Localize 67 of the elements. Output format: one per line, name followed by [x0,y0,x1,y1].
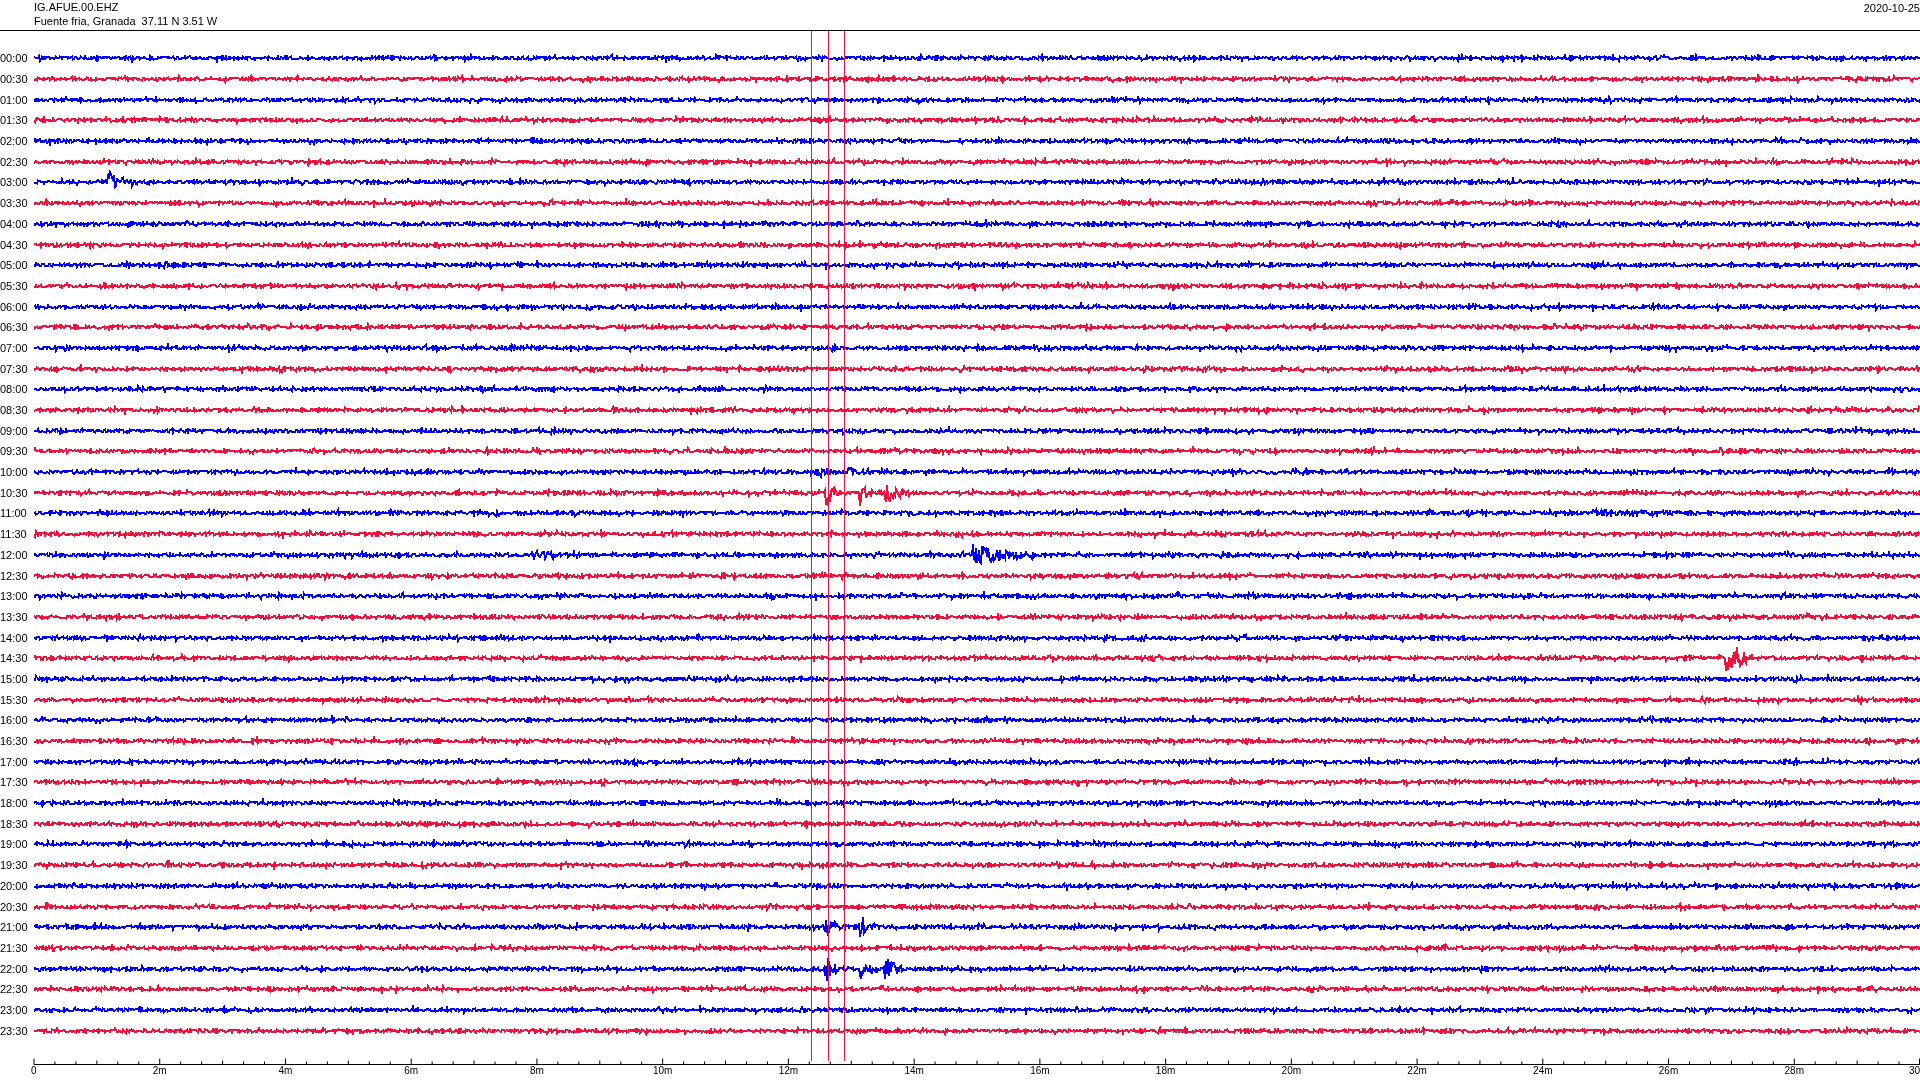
row-time-label: 04:00 [0,217,29,230]
row-time-label: 11:00 [0,507,28,520]
axis-tick-label: 18m [1155,1065,1176,1077]
row-time-label: 07:00 [0,341,29,354]
row-time-label: 14:30 [0,652,29,665]
row-time-label: 17:00 [0,755,29,768]
row-time-label: 23:00 [0,1003,29,1016]
row-time-label: 13:00 [0,590,29,603]
row-time-label: 15:30 [0,693,29,706]
row-time-label: 06:30 [0,321,29,334]
axis-tick-label: 12m [778,1065,799,1077]
axis-tick-label: 28m [1784,1065,1804,1077]
row-time-label: 10:00 [0,466,29,479]
axis-tick-label: 24m [1533,1065,1553,1077]
station-location: Fuente fria, Granada 37.11 N 3.51 W [34,14,218,28]
row-time-label: 06:00 [0,300,29,313]
row-time-label: 09:00 [0,424,29,437]
row-time-label: 23:30 [0,1024,29,1037]
row-time-label: 19:30 [0,859,29,872]
row-time-label: 18:30 [0,817,29,830]
row-time-label: 22:00 [0,962,29,975]
row-time-label: 18:00 [0,797,29,810]
row-time-label: 20:00 [0,879,29,892]
row-time-label: 20:30 [0,900,29,913]
axis-tick-label: 4m [278,1065,293,1077]
row-time-label: 21:30 [0,941,29,954]
row-time-label: 13:30 [0,610,29,623]
axis-tick-label: 26m [1658,1065,1679,1077]
row-time-label: 08:30 [0,404,29,417]
axis-tick-label: 8m [529,1065,544,1077]
row-time-label: 00:30 [0,73,29,86]
row-time-label: 14:00 [0,631,29,644]
row-time-label: 11:30 [0,528,28,541]
axis-tick-label: 30 [1908,1065,1920,1077]
axis-tick-label: 2m [152,1065,167,1077]
axis-tick-label: 10m [652,1065,673,1077]
row-time-label: 01:30 [0,114,29,127]
axis-tick-label: 22m [1407,1065,1427,1077]
row-time-label: 10:30 [0,486,29,499]
axis-tick-label: 16m [1030,1065,1050,1077]
row-time-label: 00:00 [0,52,29,65]
row-time-label: 19:00 [0,838,29,851]
row-time-label: 17:30 [0,776,29,789]
row-time-label: 16:30 [0,735,29,748]
row-time-label: 09:30 [0,445,29,458]
row-time-label: 05:30 [0,279,29,292]
row-time-label: 03:00 [0,176,29,189]
row-time-label: 01:00 [0,93,29,106]
row-time-label: 02:30 [0,155,29,168]
row-time-label: 12:00 [0,548,29,561]
row-time-label: 22:30 [0,983,29,996]
row-time-label: 08:00 [0,383,29,396]
row-time-label: 07:30 [0,362,29,375]
row-time-label: 03:30 [0,197,29,210]
axis-tick-label: 6m [404,1065,419,1077]
date-label: 2020-10-25 [1863,1,1920,16]
axis-tick-label: 0 [31,1065,37,1077]
row-time-label: 15:00 [0,672,29,685]
station-code: IG.AFUE.00.EHZ [34,0,120,14]
row-time-label: 21:00 [0,921,29,934]
row-time-label: 04:30 [0,238,29,251]
row-time-label: 16:00 [0,714,29,727]
axis-tick-label: 20m [1281,1065,1302,1077]
row-time-label: 12:30 [0,569,29,582]
axis-tick-label: 14m [904,1065,924,1077]
row-time-label: 02:00 [0,135,29,148]
row-time-label: 05:00 [0,259,29,272]
